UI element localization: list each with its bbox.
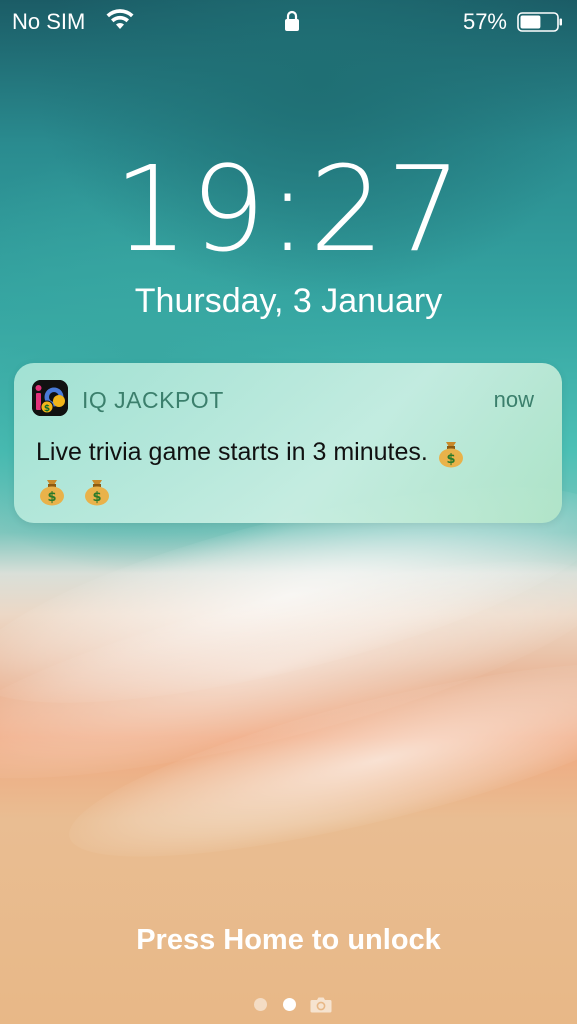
money-bag-icon: $ — [438, 442, 463, 468]
notification-card[interactable]: $ IQ JACKPOT now Live trivia game starts… — [14, 363, 562, 523]
lock-date: Thursday, 3 January — [134, 282, 443, 320]
svg-text:$: $ — [47, 490, 56, 505]
money-bag-icon: $ — [40, 480, 64, 506]
notification-time: now — [493, 387, 534, 412]
notification-message: Live trivia game starts in 3 minutes. $ … — [36, 433, 536, 509]
money-bag-icon: $ — [84, 480, 109, 506]
iq-jackpot-app-icon: $ — [32, 380, 68, 416]
notification-message-text: Live trivia game starts in 3 minutes. — [36, 438, 428, 466]
wifi-icon — [106, 9, 134, 29]
svg-text:$: $ — [446, 452, 455, 467]
lock-icon — [285, 10, 299, 31]
status-bar: No SIM 57% — [0, 0, 577, 44]
notification-app-name: IQ JACKPOT — [82, 387, 224, 413]
page-indicator[interactable] — [0, 996, 577, 1016]
unlock-hint: Press Home to unlock — [136, 924, 441, 956]
lock-clock: 19:27 — [113, 140, 464, 278]
page-dot[interactable] — [253, 998, 267, 1012]
camera-icon[interactable] — [310, 996, 332, 1013]
battery-percent: 57% — [462, 9, 507, 34]
svg-text:$: $ — [92, 490, 101, 505]
carrier-label: No SIM — [12, 9, 86, 34]
svg-text:$: $ — [44, 404, 50, 414]
battery-icon — [517, 12, 562, 32]
page-dot-active[interactable] — [282, 998, 296, 1012]
